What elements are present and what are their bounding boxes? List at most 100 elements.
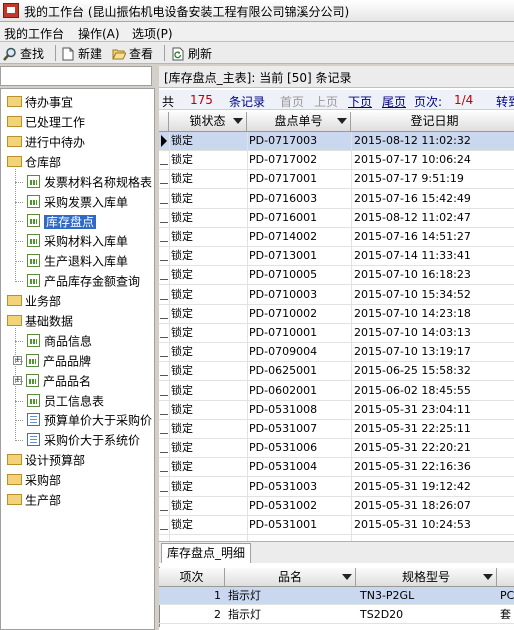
tree-item[interactable]: 采购材料入库单	[27, 232, 128, 250]
table-row[interactable]: 锁定 PD-0714002 2015-07-16 14:51:27	[159, 228, 514, 247]
tree-item[interactable]: + 产品品牌	[13, 352, 91, 370]
cell-register-date: 2015-07-16 15:42:49	[354, 192, 471, 205]
column-header-spec-model[interactable]: 规格型号	[356, 568, 497, 586]
find-button[interactable]: 查找	[3, 45, 44, 61]
tab-stock-detail[interactable]: 库存盘点_明细	[161, 543, 252, 563]
pager-goto-link[interactable]: 转到	[496, 93, 514, 110]
cell-stock-no: PD-0602001	[249, 384, 318, 397]
chevron-down-icon[interactable]	[337, 118, 347, 124]
tree-item[interactable]: 预算单价大于采购价	[27, 411, 152, 429]
tree-item[interactable]: 采购发票入库单	[27, 193, 128, 211]
menu-actions[interactable]: 操作(A)	[78, 25, 120, 42]
tree-item-label: 采购部	[25, 473, 62, 488]
detail-row[interactable]: 1 指示灯 TN3-P2GL PC	[159, 587, 514, 605]
report-icon	[27, 413, 40, 426]
tree-item-label: 发票材料名称规格表	[44, 175, 153, 190]
table-row[interactable]: 锁定 PD-0710005 2015-07-10 16:18:23	[159, 266, 514, 285]
pager-last-link[interactable]: 尾页	[382, 93, 406, 110]
pager-next-link[interactable]: 下页	[348, 93, 372, 110]
table-row[interactable]: 锁定 PD-0713001 2015-07-14 11:33:41	[159, 247, 514, 266]
table-row[interactable]: 锁定 PD-0602001 2015-06-02 18:45:55	[159, 382, 514, 401]
chevron-down-icon[interactable]	[342, 574, 352, 580]
tree-item[interactable]: 员工信息表	[27, 392, 104, 410]
table-row[interactable]: 锁定 PD-0716003 2015-07-16 15:42:49	[159, 190, 514, 209]
detail-grid-header: 项次 品名 规格型号	[159, 568, 514, 587]
toolbar-separator	[164, 45, 165, 61]
cell-lock-status: 锁定	[171, 422, 193, 435]
tree-item[interactable]: 采购部	[7, 471, 61, 489]
tree-item[interactable]: 已处理工作	[7, 113, 85, 131]
tree-item[interactable]: 采购价大于系统价	[27, 431, 140, 449]
tree-item-label: 产品品牌	[43, 354, 92, 369]
table-row[interactable]: 锁定 PD-0625001 2015-06-25 15:58:32	[159, 362, 514, 381]
tree-item[interactable]: 商品信息	[27, 332, 92, 350]
grid-divider	[247, 132, 248, 604]
tree-item[interactable]: 业务部	[7, 292, 61, 310]
tree-item[interactable]: 进行中待办	[7, 133, 85, 151]
cell-lock-status: 锁定	[171, 480, 193, 493]
table-row[interactable]: 锁定 PD-0717003 2015-08-12 11:02:32	[159, 132, 514, 151]
folder-icon	[7, 116, 22, 127]
table-row[interactable]: 锁定 PD-0531001 2015-05-31 10:24:53	[159, 516, 514, 535]
row-indicator	[160, 164, 168, 165]
row-indicator	[160, 318, 168, 319]
table-row[interactable]: 锁定 PD-0710003 2015-07-10 15:34:52	[159, 286, 514, 305]
report-icon	[27, 433, 40, 446]
table-row[interactable]: 锁定 PD-0709004 2015-07-10 13:19:17	[159, 343, 514, 362]
chevron-down-icon[interactable]	[233, 118, 243, 124]
new-button[interactable]: 新建	[61, 45, 102, 61]
menu-workbench[interactable]: 我的工作台	[4, 25, 64, 42]
detail-row[interactable]: 2 指示灯 TS2D20 套	[159, 606, 514, 624]
tree-item[interactable]: 设计预算部	[7, 451, 85, 469]
chevron-down-icon[interactable]	[483, 574, 493, 580]
tree-item-label: 业务部	[25, 294, 62, 309]
cell-stock-no: PD-0625001	[249, 364, 318, 377]
table-row[interactable]: 锁定 PD-0717001 2015-07-17 9:51:19	[159, 170, 514, 189]
column-header-product-name[interactable]: 品名	[225, 568, 356, 586]
cell-item-no: 2	[214, 608, 221, 621]
table-row[interactable]: 锁定 PD-0531003 2015-05-31 19:12:42	[159, 478, 514, 497]
table-row[interactable]: 锁定 PD-0710002 2015-07-10 14:23:18	[159, 305, 514, 324]
cell-lock-status: 锁定	[171, 364, 193, 377]
tree-item[interactable]: 产品库存金额查询	[27, 272, 140, 290]
cell-register-date: 2015-07-17 10:06:24	[354, 153, 471, 166]
table-row[interactable]: 锁定 PD-0531004 2015-05-31 22:16:36	[159, 458, 514, 477]
pager-prev-link[interactable]: 上页	[314, 93, 338, 110]
row-indicator	[160, 222, 168, 223]
column-header-register-date[interactable]: 登记日期	[351, 112, 514, 131]
tree-item[interactable]: 发票材料名称规格表	[27, 173, 152, 191]
table-row[interactable]: 锁定 PD-0531007 2015-05-31 22:25:11	[159, 420, 514, 439]
tree-connector	[15, 281, 23, 282]
tree-item[interactable]: + 产品品名	[13, 372, 91, 390]
pager-first-link[interactable]: 首页	[280, 93, 304, 110]
cell-register-date: 2015-05-31 22:25:11	[354, 422, 471, 435]
menu-options[interactable]: 选项(P)	[132, 25, 173, 42]
tree-item[interactable]: 生产退料入库单	[27, 252, 128, 270]
table-row[interactable]: 锁定 PD-0531002 2015-05-31 18:26:07	[159, 497, 514, 516]
view-button[interactable]: 查看	[112, 45, 153, 61]
cell-register-date: 2015-07-10 14:03:13	[354, 326, 471, 339]
cell-lock-status: 锁定	[171, 153, 193, 166]
tree-item[interactable]: 基础数据	[7, 312, 73, 330]
form-icon	[27, 175, 40, 188]
table-row[interactable]: 锁定 PD-0531008 2015-05-31 23:04:11	[159, 401, 514, 420]
row-indicator	[160, 529, 168, 530]
table-row[interactable]: 锁定 PD-0710001 2015-07-10 14:03:13	[159, 324, 514, 343]
row-indicator	[160, 356, 168, 357]
folder-icon	[7, 494, 22, 505]
column-header-item-no[interactable]: 项次	[159, 568, 225, 586]
cell-lock-status: 锁定	[171, 403, 193, 416]
column-header-lock-status[interactable]: 锁状态	[169, 112, 247, 131]
refresh-button[interactable]: 刷新	[171, 45, 212, 61]
column-header-extra[interactable]	[497, 568, 514, 586]
table-row[interactable]: 锁定 PD-0717002 2015-07-17 10:06:24	[159, 151, 514, 170]
cell-register-date: 2015-07-10 13:19:17	[354, 345, 471, 358]
tree-item[interactable]: 库存盘点	[27, 212, 97, 230]
table-row[interactable]: 锁定 PD-0716001 2015-08-12 11:02:47	[159, 209, 514, 228]
tree-item[interactable]: 待办事宜	[7, 93, 73, 111]
table-row[interactable]: 锁定 PD-0531006 2015-05-31 22:20:21	[159, 439, 514, 458]
pager-total-suffix: 条记录	[229, 95, 266, 109]
column-header-stock-no[interactable]: 盘点单号	[247, 112, 351, 131]
folder-icon	[7, 454, 22, 465]
tree-item[interactable]: 生产部	[7, 491, 61, 509]
